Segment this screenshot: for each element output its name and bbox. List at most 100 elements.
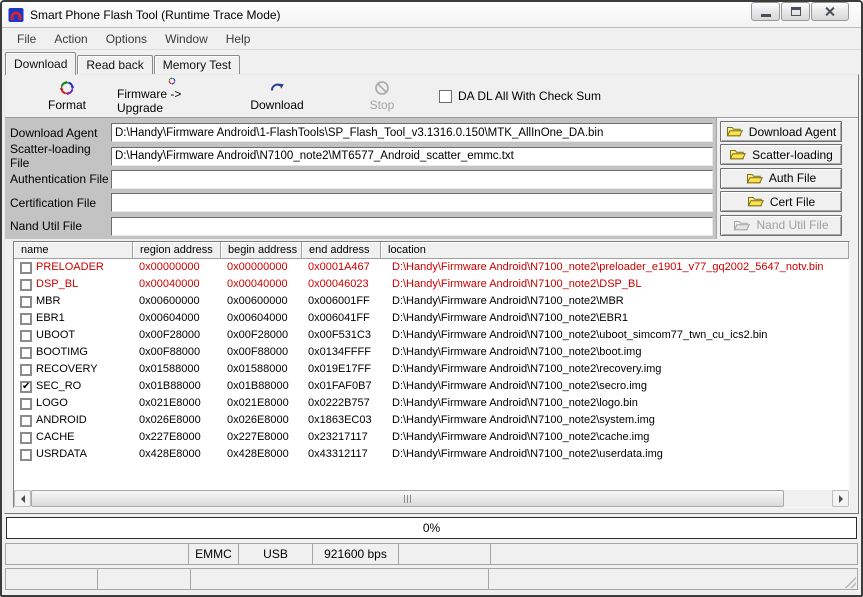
tab-download[interactable]: Download: [5, 52, 76, 75]
column-header-begin[interactable]: begin address: [221, 242, 302, 259]
partition-name-cell: MBR: [14, 293, 133, 310]
partition-checkbox[interactable]: [20, 279, 32, 291]
title-bar[interactable]: Smart Phone Flash Tool (Runtime Trace Mo…: [2, 2, 861, 28]
download-button[interactable]: Download: [227, 77, 327, 115]
scroll-left-button[interactable]: [14, 490, 31, 507]
partition-location: D:\Handy\Firmware Android\N7100_note2\MB…: [381, 293, 849, 310]
partition-checkbox[interactable]: [20, 398, 32, 410]
partition-region-address: 0x00F88000: [133, 344, 221, 361]
partition-name-cell: DSP_BL: [14, 276, 133, 293]
partition-begin-address: 0x00F28000: [221, 327, 302, 344]
partition-checkbox[interactable]: [20, 364, 32, 376]
partition-checkbox[interactable]: [20, 330, 32, 342]
refresh-multicolor-icon: [59, 80, 75, 96]
maximize-icon: [791, 7, 801, 16]
table-row: BOOTIMG0x00F880000x00F880000x0134FFFFD:\…: [14, 344, 849, 361]
scatter-file-input[interactable]: [111, 147, 713, 166]
partition-end-address: 0x00F531C3: [302, 327, 381, 344]
status-cell-empty: [97, 568, 191, 590]
column-header-location[interactable]: location: [381, 242, 849, 259]
partition-region-address: 0x00040000: [133, 276, 221, 293]
partition-region-address: 0x428E8000: [133, 446, 221, 463]
column-header-end[interactable]: end address: [302, 242, 381, 259]
menu-options[interactable]: Options: [103, 30, 150, 48]
table-row: DSP_BL0x000400000x000400000x00046023D:\H…: [14, 276, 849, 293]
partition-checkbox[interactable]: [20, 449, 32, 461]
partition-location: D:\Handy\Firmware Android\N7100_note2\se…: [381, 378, 849, 395]
partition-checkbox[interactable]: [20, 432, 32, 444]
format-button-label: Format: [48, 98, 86, 112]
partition-end-address: 0x01FAF0B7: [302, 378, 381, 395]
partition-location: D:\Handy\Firmware Android\N7100_note2\EB…: [381, 310, 849, 327]
scrollbar-track[interactable]: [31, 490, 832, 507]
minimize-button[interactable]: [751, 2, 780, 21]
partition-begin-address: 0x021E8000: [221, 395, 302, 412]
partition-checkbox[interactable]: ✔: [20, 381, 32, 393]
right-arrow-icon: [839, 495, 843, 503]
partition-checkbox[interactable]: [20, 313, 32, 325]
partition-end-address: 0x0134FFFF: [302, 344, 381, 361]
progress-label: 0%: [423, 521, 440, 535]
table-row: CACHE0x227E80000x227E80000x23217117D:\Ha…: [14, 429, 849, 446]
partition-location: D:\Handy\Firmware Android\N7100_note2\ca…: [381, 429, 849, 446]
cert-file-button[interactable]: Cert File: [720, 191, 842, 212]
partition-name-cell: BOOTIMG: [14, 344, 133, 361]
checkbox-label: DA DL All With Check Sum: [458, 89, 601, 103]
partition-checkbox[interactable]: [20, 347, 32, 359]
download-agent-input[interactable]: [111, 123, 713, 142]
column-header-name[interactable]: name: [14, 242, 133, 259]
auth-file-button[interactable]: Auth File: [720, 168, 842, 189]
partition-end-address: 0x23217117: [302, 429, 381, 446]
refresh-multicolor-icon: [164, 77, 180, 85]
partition-begin-address: 0x01588000: [221, 361, 302, 378]
column-header-region[interactable]: region address: [133, 242, 221, 259]
menu-file[interactable]: File: [14, 30, 39, 48]
close-button[interactable]: [811, 2, 849, 21]
partition-checkbox[interactable]: [20, 262, 32, 274]
table-row: LOGO0x021E80000x021E80000x0222B757D:\Han…: [14, 395, 849, 412]
tab-memory-test[interactable]: Memory Test: [154, 55, 240, 74]
resize-grip[interactable]: [843, 575, 856, 588]
maximize-button[interactable]: [781, 2, 810, 21]
nand-util-button[interactable]: Nand Util File: [720, 215, 842, 236]
table-row: ✔SEC_RO0x01B880000x01B880000x01FAF0B7D:\…: [14, 378, 849, 395]
window-controls: [750, 2, 849, 21]
partition-name-cell: CACHE: [14, 429, 133, 446]
partition-checkbox[interactable]: [20, 296, 32, 308]
scrollbar-thumb[interactable]: [31, 490, 784, 507]
table-row: EBR10x006040000x006040000x006041FFD:\Han…: [14, 310, 849, 327]
status-cell-empty: [398, 543, 491, 565]
partition-name: EBR1: [36, 310, 65, 327]
menu-window[interactable]: Window: [162, 30, 211, 48]
nand-util-input[interactable]: [111, 217, 713, 236]
firmware-upgrade-button[interactable]: Firmware -> Upgrade: [117, 77, 227, 115]
file-fields-inputs: Download Agent Scatter-loading File Auth…: [5, 118, 717, 239]
menu-help[interactable]: Help: [223, 30, 254, 48]
da-dl-checksum-checkbox[interactable]: DA DL All With Check Sum: [439, 89, 601, 103]
open-folder-icon: [726, 125, 743, 138]
status-cell-empty: [488, 568, 858, 590]
scatter-loading-button[interactable]: Scatter-loading: [720, 144, 842, 165]
open-folder-icon: [747, 195, 764, 208]
partition-end-address: 0x43312117: [302, 446, 381, 463]
tab-read-back[interactable]: Read back: [77, 55, 152, 74]
download-agent-label: Download Agent: [5, 126, 111, 140]
stop-button[interactable]: Stop: [327, 77, 437, 115]
partition-name: BOOTIMG: [36, 344, 88, 361]
format-button[interactable]: Format: [17, 77, 117, 115]
table-row: ANDROID0x026E80000x026E80000x1863EC03D:\…: [14, 412, 849, 429]
nand-util-label: Nand Util File: [5, 219, 111, 233]
app-icon: [8, 7, 24, 23]
download-agent-button[interactable]: Download Agent: [720, 121, 842, 142]
partition-checkbox[interactable]: [20, 415, 32, 427]
status-cell-storage: EMMC: [188, 543, 239, 565]
window-title: Smart Phone Flash Tool (Runtime Trace Mo…: [30, 8, 281, 22]
partition-begin-address: 0x01B88000: [221, 378, 302, 395]
partition-location: D:\Handy\Firmware Android\N7100_note2\us…: [381, 446, 849, 463]
scroll-right-button[interactable]: [832, 490, 849, 507]
status-cell-empty: [5, 543, 189, 565]
cert-file-input[interactable]: [111, 193, 713, 212]
partition-name: UBOOT: [36, 327, 75, 344]
auth-file-input[interactable]: [111, 170, 713, 189]
menu-action[interactable]: Action: [51, 30, 90, 48]
